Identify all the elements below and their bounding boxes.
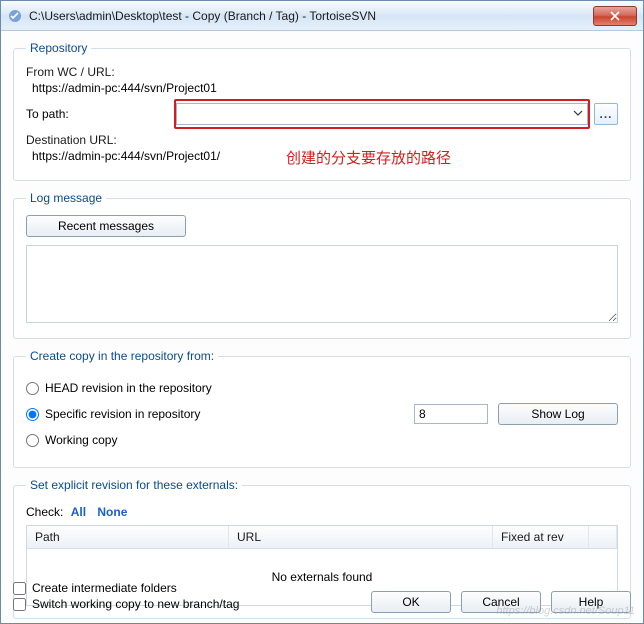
revision-input[interactable] (414, 404, 488, 424)
radio-wc-label: Working copy (45, 433, 117, 447)
col-fixed[interactable]: Fixed at rev (493, 526, 589, 548)
app-icon (7, 8, 23, 24)
radio-head-row[interactable]: HEAD revision in the repository (26, 377, 618, 399)
bottom-area: Create intermediate folders Switch worki… (13, 579, 631, 613)
from-url: https://admin-pc:444/svn/Project01 (32, 81, 618, 95)
dest-url-label: Destination URL: (26, 133, 286, 147)
switch-label: Switch working copy to new branch/tag (32, 597, 239, 611)
radio-wc-row[interactable]: Working copy (26, 429, 618, 451)
ok-button[interactable]: OK (371, 591, 451, 613)
radio-specific[interactable] (26, 408, 39, 421)
log-message-group: Log message Recent messages (13, 191, 631, 339)
to-path-label: To path: (26, 107, 176, 121)
titlebar[interactable]: C:\Users\admin\Desktop\test - Copy (Bran… (1, 1, 643, 31)
create-copy-legend: Create copy in the repository from: (26, 349, 218, 363)
dest-url-value: https://admin-pc:444/svn/Project01/ (32, 149, 286, 163)
window-title: C:\Users\admin\Desktop\test - Copy (Bran… (29, 9, 593, 23)
to-path-combo[interactable] (176, 103, 588, 125)
col-path[interactable]: Path (27, 526, 229, 548)
repository-group: Repository From WC / URL: https://admin-… (13, 41, 631, 181)
check-none-link[interactable]: None (97, 505, 127, 519)
intermediate-label: Create intermediate folders (32, 581, 177, 595)
dialog-buttons: OK Cancel Help (371, 591, 631, 613)
cancel-button[interactable]: Cancel (461, 591, 541, 613)
radio-specific-label: Specific revision in repository (45, 407, 200, 421)
close-button[interactable] (593, 6, 637, 26)
intermediate-checkbox[interactable] (13, 582, 26, 595)
radio-head-label: HEAD revision in the repository (45, 381, 212, 395)
externals-legend: Set explicit revision for these external… (26, 478, 242, 492)
log-message-legend: Log message (26, 191, 106, 205)
from-label: From WC / URL: (26, 65, 618, 79)
col-url[interactable]: URL (229, 526, 493, 548)
col-tail (589, 526, 617, 548)
log-message-input[interactable] (26, 245, 618, 323)
table-header: Path URL Fixed at rev (27, 526, 617, 549)
check-all-link[interactable]: All (71, 505, 86, 519)
check-label: Check: (26, 505, 63, 519)
switch-checkbox[interactable] (13, 598, 26, 611)
browse-button[interactable]: ... (594, 103, 618, 125)
radio-specific-row[interactable]: Specific revision in repository (26, 407, 200, 421)
show-log-button[interactable]: Show Log (498, 403, 618, 425)
check-row: Check: All None (26, 505, 618, 519)
repository-legend: Repository (26, 41, 91, 55)
help-button[interactable]: Help (551, 591, 631, 613)
radio-head[interactable] (26, 382, 39, 395)
annotation-text: 创建的分支要存放的路径 (286, 147, 451, 168)
radio-wc[interactable] (26, 434, 39, 447)
dialog-window: C:\Users\admin\Desktop\test - Copy (Bran… (0, 0, 644, 624)
client-area: Repository From WC / URL: https://admin-… (1, 31, 643, 623)
chevron-down-icon (573, 107, 583, 122)
recent-messages-button[interactable]: Recent messages (26, 215, 186, 237)
create-copy-group: Create copy in the repository from: HEAD… (13, 349, 631, 468)
